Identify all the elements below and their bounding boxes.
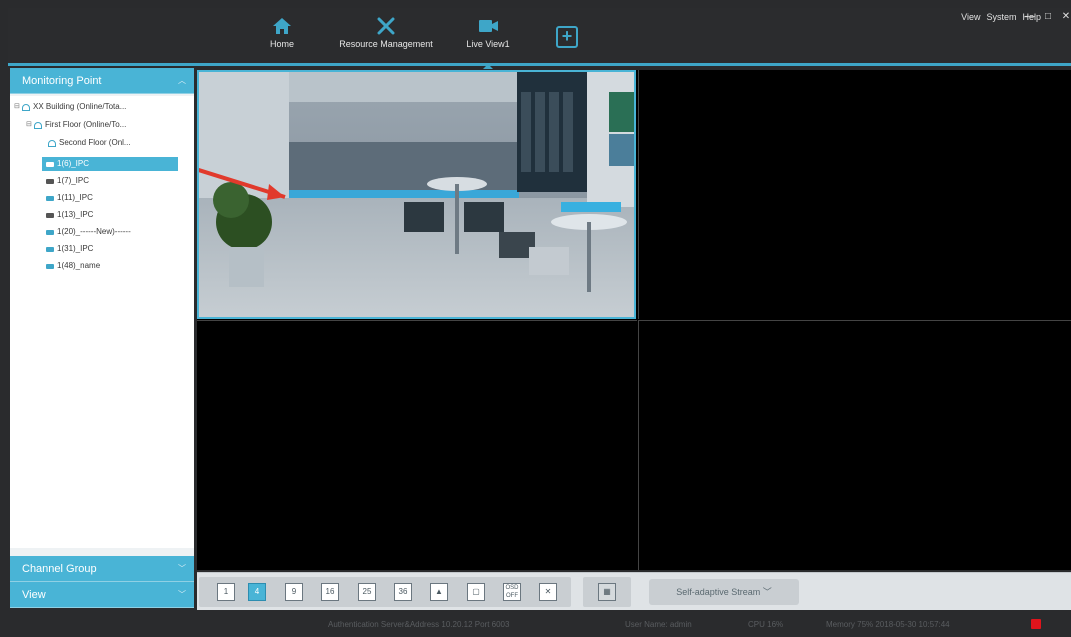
layout-9-button[interactable]: 9	[285, 583, 303, 601]
server-status: Authentication Server&Address 10.20.12 P…	[328, 620, 510, 629]
add-view-button[interactable]: +	[556, 26, 578, 48]
fullscreen-button[interactable]: ▢	[467, 583, 485, 601]
view-header[interactable]: View ﹀	[10, 582, 194, 608]
memory-time-status: Memory 75% 2018-05-30 10:57:44	[826, 620, 950, 629]
tree-item-label: First Floor (Online/To...	[45, 120, 127, 129]
status-bar: Authentication Server&Address 10.20.12 P…	[0, 612, 1071, 637]
user-status: User Name: admin	[625, 620, 692, 629]
title-bar: Home Resource Management Live View1 + Vi…	[8, 8, 1071, 69]
video-window-2[interactable]	[638, 70, 1071, 319]
tree-item-label: XX Building (Online/Tota...	[33, 102, 127, 111]
tools-icon	[377, 17, 395, 35]
tree-item-label: 1(48)_name	[57, 261, 101, 270]
menu-system[interactable]: System	[986, 12, 1016, 22]
camera-offline-icon	[46, 212, 54, 218]
tree-item-label: 1(20)_------New)------	[57, 227, 131, 236]
nav-resource-label: Resource Management	[339, 39, 433, 49]
chevron-down-icon: ﹀	[178, 590, 186, 599]
tree-item-label: 1(31)_IPC	[57, 244, 94, 253]
camera-icon	[46, 161, 54, 167]
tree-item-label: Second Floor (Onl...	[59, 138, 131, 147]
tree-item-second-floor[interactable]: Second Floor (Onl...	[48, 136, 131, 150]
tree-item-camera[interactable]: 1(48)_name	[46, 259, 100, 273]
layout-25-button[interactable]: 25	[358, 583, 376, 601]
area-icon	[22, 103, 30, 111]
video-grid	[197, 70, 1071, 570]
osd-off-button[interactable]: OSD OFF	[503, 583, 521, 601]
more-layouts-button[interactable]: ▲	[430, 583, 448, 601]
collapse-icon[interactable]: ⊟	[14, 100, 22, 114]
sidebar-bottom-panels: Channel Group ﹀ View ﹀	[10, 556, 194, 608]
home-icon	[273, 18, 291, 34]
app-window: Home Resource Management Live View1 + Vi…	[0, 0, 1071, 637]
camera-icon	[46, 229, 54, 235]
minimize-button[interactable]: —	[1025, 12, 1035, 22]
chevron-up-icon: ︿	[178, 76, 186, 85]
monitoring-point-header[interactable]: Monitoring Point ︿	[10, 68, 194, 94]
alarm-indicator-icon[interactable]	[1031, 619, 1041, 629]
area-icon	[34, 121, 42, 129]
window-controls: — □ ✕	[1025, 12, 1071, 22]
video-window-3[interactable]	[197, 320, 637, 570]
nav-live-label: Live View1	[466, 39, 510, 49]
camera-icon	[46, 263, 54, 269]
tree-item-camera[interactable]: 1(13)_IPC	[46, 208, 93, 222]
nav-home[interactable]: Home	[262, 16, 302, 62]
tree-item-camera-selected[interactable]: 1(6)_IPC	[42, 157, 178, 171]
camera-feed-image	[199, 72, 634, 317]
video-camera-icon	[479, 20, 498, 32]
video-window-4[interactable]	[638, 320, 1071, 570]
monitoring-point-title: Monitoring Point	[22, 75, 102, 87]
chevron-down-icon: ﹀	[178, 564, 186, 573]
grid-settings-button[interactable]: ▦	[598, 583, 616, 601]
tree-item-building[interactable]: ⊟ XX Building (Online/Tota...	[14, 100, 126, 114]
tree-item-label: 1(6)_IPC	[57, 159, 90, 168]
bottom-toolbar: 1 4 9 16 25 36 ▲ ▢ OSD OFF ✕ ▦ Self-adap…	[197, 572, 1071, 610]
layout-36-button[interactable]: 36	[394, 583, 412, 601]
cpu-status: CPU 16%	[748, 620, 784, 629]
tree-item-camera[interactable]: 1(20)_------New)------	[46, 225, 131, 239]
tree-item-first-floor[interactable]: ⊟ First Floor (Online/To...	[26, 118, 126, 132]
sidebar: Monitoring Point ︿ ⊟ XX Building (Online…	[10, 68, 194, 608]
tree-item-camera[interactable]: 1(11)_IPC	[46, 191, 93, 205]
nav-home-label: Home	[269, 39, 294, 49]
camera-offline-icon	[46, 178, 54, 184]
view-title: View	[22, 589, 46, 601]
collapse-icon[interactable]: ⊟	[26, 118, 34, 132]
nav-live-view[interactable]: Live View1	[460, 16, 516, 69]
tree-item-label: 1(11)_IPC	[57, 193, 93, 202]
device-tree: ⊟ XX Building (Online/Tota... ⊟ First Fl…	[10, 96, 194, 548]
tree-item-camera[interactable]: 1(31)_IPC	[46, 242, 93, 256]
layout-1-button[interactable]: 1	[217, 583, 235, 601]
camera-icon	[46, 195, 54, 201]
stream-type-label: Self-adaptive Stream	[676, 587, 761, 597]
tree-item-camera[interactable]: 1(7)_IPC	[46, 174, 89, 188]
maximize-button[interactable]: □	[1043, 12, 1053, 22]
layout-16-button[interactable]: 16	[321, 583, 339, 601]
layout-4-button[interactable]: 4	[248, 583, 266, 601]
tree-item-label: 1(13)_IPC	[57, 210, 94, 219]
menu-view[interactable]: View	[961, 12, 980, 22]
stream-type-dropdown[interactable]: Self-adaptive Stream ﹀	[649, 579, 799, 605]
video-window-1[interactable]	[197, 70, 636, 319]
area-icon	[48, 139, 56, 147]
chevron-down-icon: ﹀	[762, 587, 772, 597]
nav-resource-management[interactable]: Resource Management	[326, 16, 446, 62]
tree-item-label: 1(7)_IPC	[57, 176, 90, 185]
channel-group-header[interactable]: Channel Group ﹀	[10, 556, 194, 582]
close-button[interactable]: ✕	[1061, 12, 1071, 22]
channel-group-title: Channel Group	[22, 563, 97, 575]
camera-icon	[46, 246, 54, 252]
close-all-button[interactable]: ✕	[539, 583, 557, 601]
